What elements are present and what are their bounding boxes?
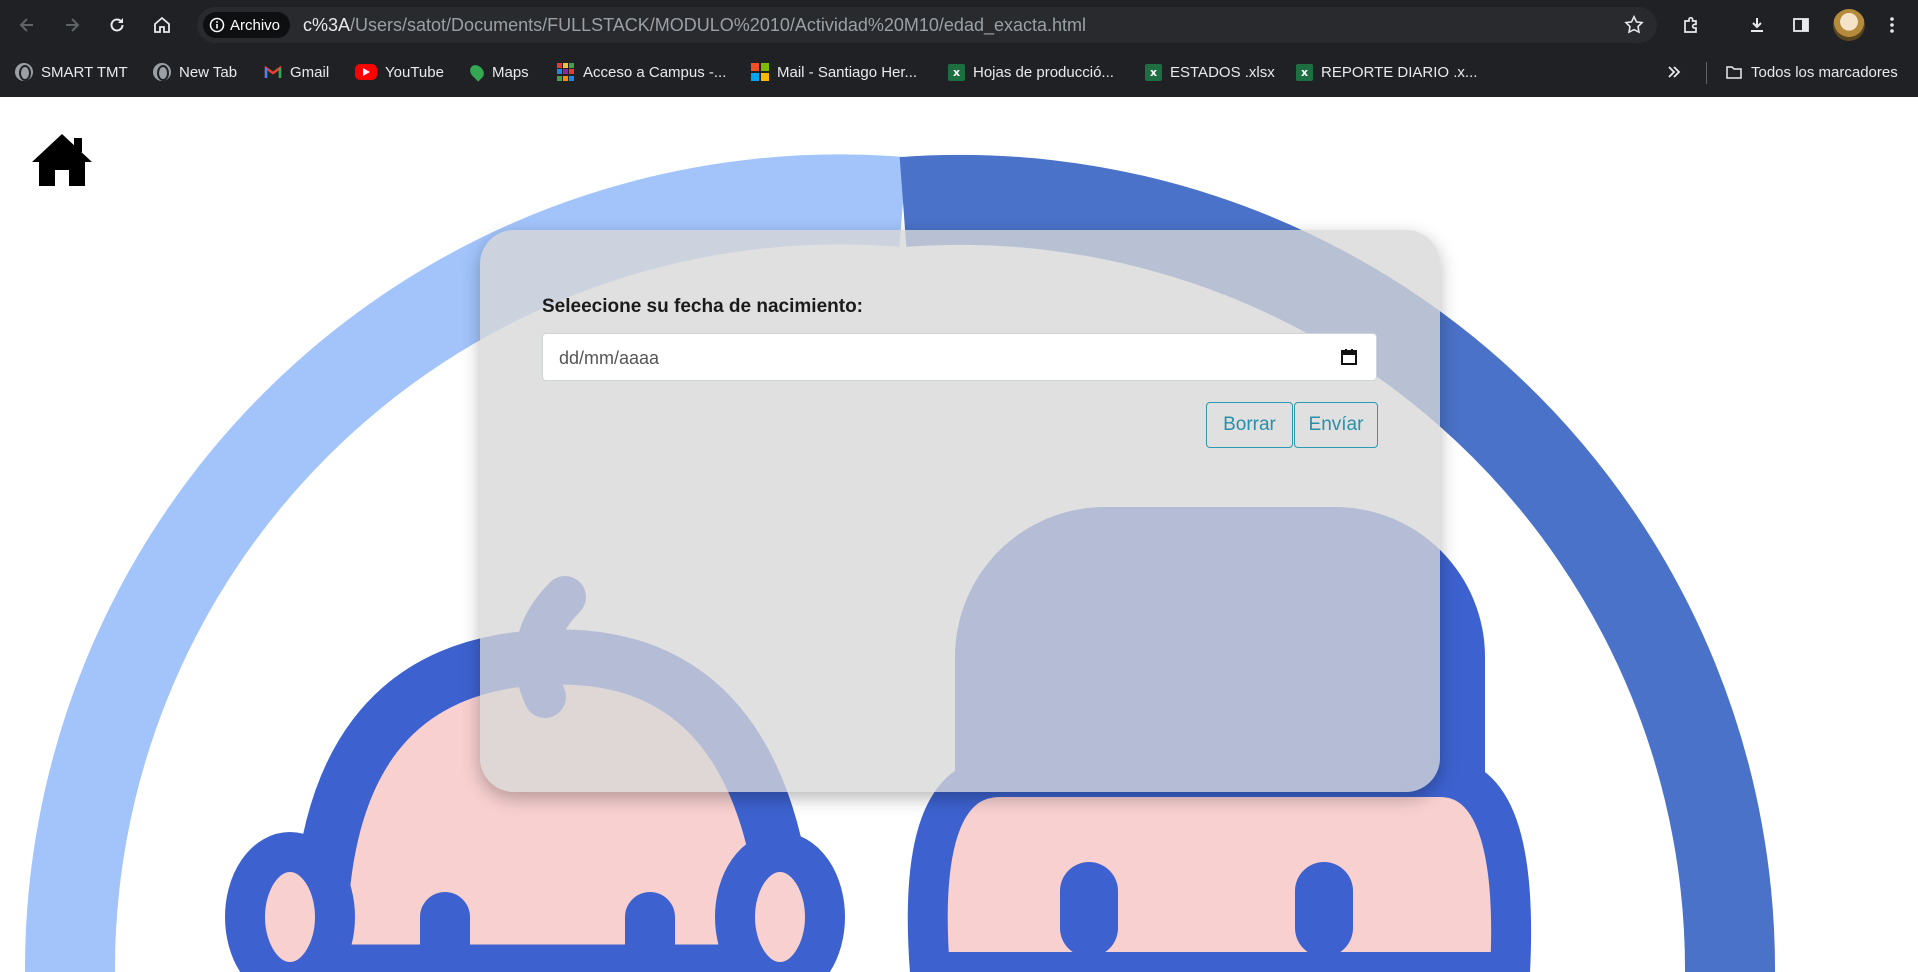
browser-chrome: Archivo c%3A/Users/satot/Documents/FULLS… <box>0 0 1918 97</box>
birthdate-label: Seleecione su fecha de nacimiento: <box>542 296 863 317</box>
maps-icon <box>467 62 487 82</box>
bookmark-mail-santiago[interactable]: Mail - Santiago Her... <box>751 59 917 85</box>
address-bar[interactable]: Archivo c%3A/Users/satot/Documents/FULLS… <box>197 7 1657 43</box>
reload-button[interactable] <box>101 9 133 41</box>
bookmark-label: SMART TMT <box>41 63 128 81</box>
bookmark-label: Acceso a Campus -... <box>583 63 727 81</box>
downloads-button[interactable] <box>1741 9 1773 41</box>
bookmark-label: Mail - Santiago Her... <box>777 63 918 81</box>
bookmark-acceso-campus[interactable]: Acceso a Campus -... <box>557 59 726 85</box>
all-bookmarks-folder[interactable]: Todos los marcadores <box>1725 59 1898 85</box>
bookmark-label: Hojas de producció... <box>973 63 1114 81</box>
bookmark-label: Maps <box>492 63 529 81</box>
kebab-menu-icon <box>1890 17 1894 33</box>
submit-button[interactable]: Envíar <box>1294 402 1378 448</box>
bookmarks-bar: SMART TMT New Tab Gmail YouTube Maps Acc… <box>0 53 1918 91</box>
forward-button[interactable] <box>56 9 88 41</box>
calendar-icon[interactable] <box>1340 348 1358 366</box>
bookmark-smart-tmt[interactable]: SMART TMT <box>15 59 128 85</box>
excel-icon: x <box>948 63 965 81</box>
download-icon <box>1751 18 1763 32</box>
clear-button[interactable]: Borrar <box>1206 402 1293 448</box>
bookmark-reporte-diario[interactable]: x REPORTE DIARIO .x... <box>1296 59 1477 85</box>
site-info-chip[interactable]: Archivo <box>203 12 291 38</box>
page-content: Seleecione su fecha de nacimiento: dd/mm… <box>0 97 1918 972</box>
url-text: c%3A/Users/satot/Documents/FULLSTACK/MOD… <box>303 15 1086 36</box>
bookmark-label: New Tab <box>179 63 238 81</box>
bookmark-maps[interactable]: Maps <box>467 59 529 85</box>
microsoft-icon <box>751 63 769 81</box>
browser-toolbar: Archivo c%3A/Users/satot/Documents/FULLS… <box>0 0 1918 50</box>
bookmark-new-tab[interactable]: New Tab <box>153 59 237 85</box>
menu-button[interactable] <box>1876 9 1908 41</box>
bookmark-label: ESTADOS .xlsx <box>1170 63 1275 81</box>
bookmark-label: REPORTE DIARIO .x... <box>1321 63 1478 81</box>
excel-icon: x <box>1145 63 1162 81</box>
site-chip-label: Archivo <box>230 16 281 34</box>
side-panel-button[interactable] <box>1785 9 1817 41</box>
url-path: /Users/satot/Documents/FULLSTACK/MODULO%… <box>350 15 1087 35</box>
bookmark-youtube[interactable]: YouTube <box>355 59 444 85</box>
all-bookmarks-label: Todos los marcadores <box>1751 63 1898 81</box>
globe-icon <box>153 63 171 81</box>
arrow-right-icon <box>66 18 80 32</box>
star-icon[interactable] <box>1623 14 1645 36</box>
home-icon[interactable] <box>30 132 94 188</box>
grid-icon <box>557 63 575 81</box>
folder-icon <box>1726 66 1742 79</box>
excel-icon: x <box>1296 63 1313 81</box>
arrow-left-icon <box>19 18 33 32</box>
home-outline-icon <box>154 16 170 33</box>
bookmarks-overflow-button[interactable] <box>1665 59 1683 85</box>
bookmark-hojas-produccion[interactable]: x Hojas de producció... <box>948 59 1114 85</box>
extensions-button[interactable] <box>1675 9 1707 41</box>
reload-icon <box>110 18 124 32</box>
birthdate-form-card: Seleecione su fecha de nacimiento: dd/mm… <box>480 230 1440 792</box>
bookmark-label: Gmail <box>290 63 330 81</box>
profile-avatar[interactable] <box>1833 9 1865 41</box>
url-host: c%3A <box>303 15 351 35</box>
youtube-icon <box>355 64 377 80</box>
bookmark-estados[interactable]: x ESTADOS .xlsx <box>1145 59 1275 85</box>
info-icon <box>209 17 225 33</box>
back-button[interactable] <box>11 9 43 41</box>
date-placeholder: dd/mm/aaaa <box>559 348 660 368</box>
globe-icon <box>15 63 33 81</box>
home-button[interactable] <box>146 9 178 41</box>
bookmarks-divider <box>1706 62 1707 84</box>
side-panel-icon <box>1793 18 1809 32</box>
birthdate-input[interactable]: dd/mm/aaaa <box>542 333 1377 381</box>
bookmark-label: YouTube <box>385 63 444 81</box>
chevron-double-right-icon <box>1668 66 1681 78</box>
puzzle-icon <box>1684 16 1697 33</box>
gmail-icon <box>264 65 282 78</box>
bookmark-gmail[interactable]: Gmail <box>264 59 329 85</box>
